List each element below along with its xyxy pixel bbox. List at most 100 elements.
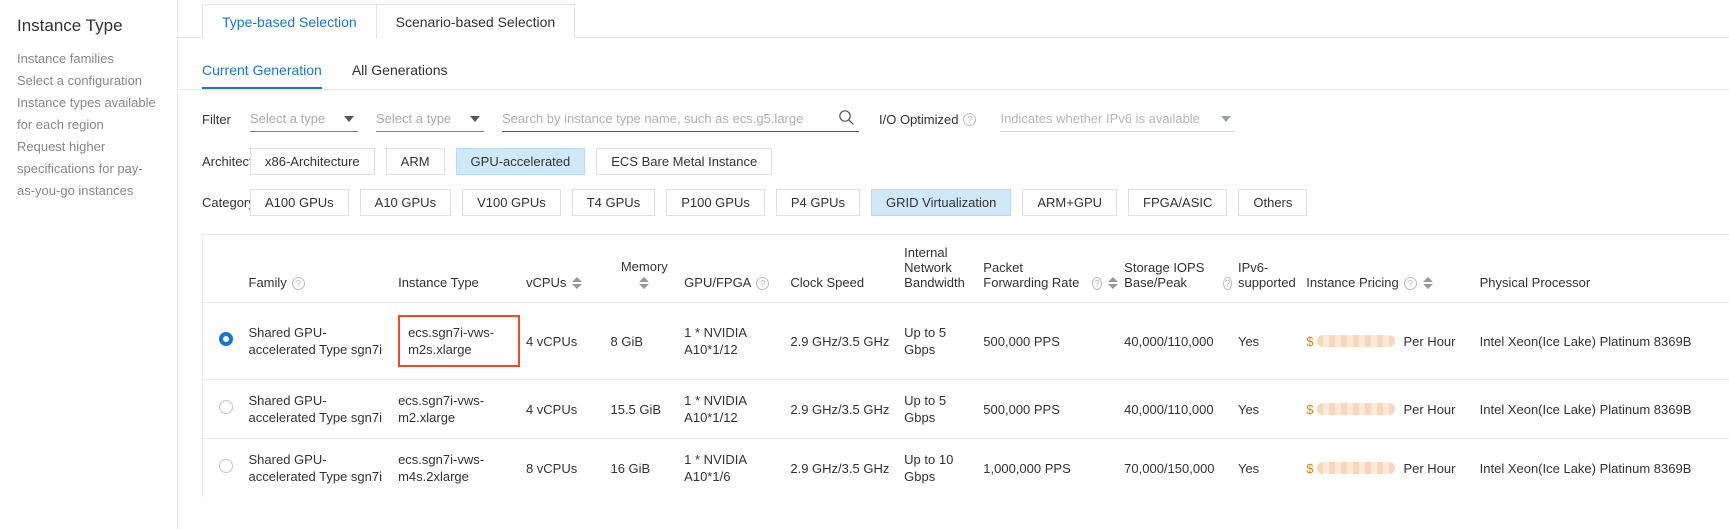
tab-scenario-based-selection[interactable]: Scenario-based Selection [375,4,576,38]
cell-price: $ Per Hour [1306,302,1480,380]
category-chip-t4-gpus[interactable]: T4 GPUs [571,189,656,216]
instance-type-highlight[interactable]: ecs.sgn7i-vws-m2s.xlarge [398,315,520,367]
help-icon[interactable]: ? [291,277,305,290]
cell-instance-type: ecs.sgn7i-vws-m4s.2xlarge [398,438,526,497]
cell-vcpus: 4 vCPUs [525,302,611,380]
price-unit: Per Hour [1403,460,1456,476]
radio-button[interactable] [219,459,233,473]
cell-family: Shared GPU-accelerated Type sgn7i [248,438,399,497]
help-icon[interactable]: ? [1403,277,1417,290]
column-header-memory[interactable]: Memory [610,235,684,303]
search-input-placeholder: Search by instance type name, such as ec… [502,111,804,126]
cell-clock-speed: 2.9 GHz/3.5 GHz [790,379,905,439]
search-icon[interactable] [838,109,855,129]
page-title: Instance Type [17,16,123,35]
chevron-down-icon [1221,115,1232,122]
tab-all-generations[interactable]: All Generations [352,46,448,89]
filter-type-select-1[interactable]: Select a type [250,106,358,132]
price-redacted-value [1317,462,1396,474]
column-header-memory-label: Memory [620,259,668,274]
price-unit: Per Hour [1403,401,1456,417]
table-header-row: Family ? Instance Type vCPUs Memory GPU/… [203,235,1729,303]
sidebar-item-instance-types-available[interactable]: Instance types available [0,92,177,114]
sidebar: Instance Type Instance families Select a… [0,0,178,529]
column-header-gpu-fpga-label: GPU/FPGA [684,275,752,290]
radio-button[interactable] [219,332,233,346]
row-select-cell[interactable] [203,302,249,380]
sidebar-item-instance-families[interactable]: Instance families [0,48,177,70]
table-row[interactable]: Shared GPU-accelerated Type sgn7i ecs.sg… [203,379,1729,439]
column-header-packet-forwarding-rate-label: Packet Forwarding Rate [983,260,1080,290]
help-icon[interactable]: ? [1222,277,1232,290]
column-header-vcpus[interactable]: vCPUs [526,235,611,303]
cell-ipv6: Yes [1237,302,1307,380]
cell-family: Shared GPU-accelerated Type sgn7i [248,302,399,380]
chevron-down-icon [470,115,480,122]
category-row: Category A100 GPUs A10 GPUs V100 GPUs T4… [178,189,1729,216]
architecture-chip-x86[interactable]: x86-Architecture [250,148,375,175]
sort-icon[interactable] [572,277,583,289]
filter-type-select-1-placeholder: Select a type [250,111,326,126]
cell-gpu: 1 * NVIDIA A10*1/12 [684,379,791,439]
category-label: Category [202,195,255,210]
filter-row: Filter Select a type Select a type Searc… [178,104,1729,134]
architecture-label: Architecture [202,154,272,169]
table-row[interactable]: Shared GPU-accelerated Type sgn7i ecs.sg… [203,302,1729,380]
category-chip-a10-gpus[interactable]: A10 GPUs [359,189,452,216]
tab-current-generation[interactable]: Current Generation [202,46,322,89]
architecture-chip-gpu-accelerated[interactable]: GPU-accelerated [455,148,586,175]
search-input[interactable]: Search by instance type name, such as ec… [502,106,859,132]
category-chip-p4-gpus[interactable]: P4 GPUs [775,189,861,216]
column-header-physical-processor-label: Physical Processor [1479,275,1591,290]
cell-instance-type: ecs.sgn7i-vws-m2s.xlarge [398,302,526,380]
cell-instance-type: ecs.sgn7i-vws-m2.xlarge [398,379,526,439]
sort-icon[interactable] [1108,277,1119,289]
sidebar-item-request-higher[interactable]: Request higher [0,136,177,158]
help-icon[interactable]: ? [1091,277,1103,290]
architecture-chip-arm[interactable]: ARM [385,148,445,175]
price-currency: $ [1306,460,1314,476]
price-currency: $ [1306,401,1314,417]
category-chip-others[interactable]: Others [1238,189,1308,216]
sidebar-item-specifications-for-pay[interactable]: specifications for pay- [0,158,177,180]
sidebar-item-select-a-configuration[interactable]: Select a configuration [0,70,177,92]
sort-icon[interactable] [639,277,650,289]
column-header-packet-forwarding-rate[interactable]: Packet Forwarding Rate ? [983,235,1124,303]
instance-type-table: Family ? Instance Type vCPUs Memory GPU/… [202,234,1729,497]
sort-icon[interactable] [1422,277,1433,289]
category-chip-fpga-asic[interactable]: FPGA/ASIC [1128,189,1228,216]
sidebar-item-as-you-go-instances[interactable]: as-you-go instances [0,180,177,202]
row-select-cell[interactable] [203,438,249,497]
ipv6-select[interactable]: Indicates whether IPv6 is available [1000,106,1236,132]
filter-label: Filter [202,111,231,127]
cell-gpu: 1 * NVIDIA A10*1/12 [684,302,791,380]
cell-bandwidth: Up to 5 Gbps [904,302,984,380]
column-header-clock-speed: Clock Speed [790,235,904,303]
cell-processor: Intel Xeon(Ice Lake) Platinum 8369B [1479,302,1729,380]
column-header-internal-network-bandwidth-label: Internal Network Bandwidth [904,245,965,290]
tab-type-based-selection[interactable]: Type-based Selection [202,4,377,38]
architecture-chip-ecs-bare-metal[interactable]: ECS Bare Metal Instance [596,148,773,175]
radio-button[interactable] [219,400,233,414]
cell-packet-rate: 500,000 PPS [983,302,1125,380]
help-icon[interactable]: ? [963,112,977,126]
category-chip-arm-gpu[interactable]: ARM+GPU [1022,189,1118,216]
ipv6-select-placeholder: Indicates whether IPv6 is available [1000,111,1200,126]
column-header-physical-processor: Physical Processor [1480,235,1729,303]
row-select-cell[interactable] [203,379,249,439]
cell-vcpus: 4 vCPUs [525,379,611,439]
column-header-instance-pricing[interactable]: Instance Pricing ? [1306,235,1479,303]
cell-processor: Intel Xeon(Ice Lake) Platinum 8369B [1479,379,1729,439]
filter-type-select-2[interactable]: Select a type [376,106,484,132]
io-optimized-text: I/O Optimized [879,111,959,127]
category-chip-v100-gpus[interactable]: V100 GPUs [462,189,561,216]
column-header-storage-iops: Storage IOPS Base/Peak ? [1124,235,1238,303]
table-row[interactable]: Shared GPU-accelerated Type sgn7i ecs.sg… [203,438,1729,497]
column-header-instance-pricing-label: Instance Pricing [1306,275,1399,290]
help-icon[interactable]: ? [756,277,770,290]
category-chip-a100-gpus[interactable]: A100 GPUs [250,189,349,216]
category-chip-grid-virtualization[interactable]: GRID Virtualization [871,189,1012,216]
category-chip-p100-gpus[interactable]: P100 GPUs [666,189,765,216]
cell-price: $ Per Hour [1306,438,1480,497]
sidebar-item-for-each-region[interactable]: for each region [0,114,177,136]
